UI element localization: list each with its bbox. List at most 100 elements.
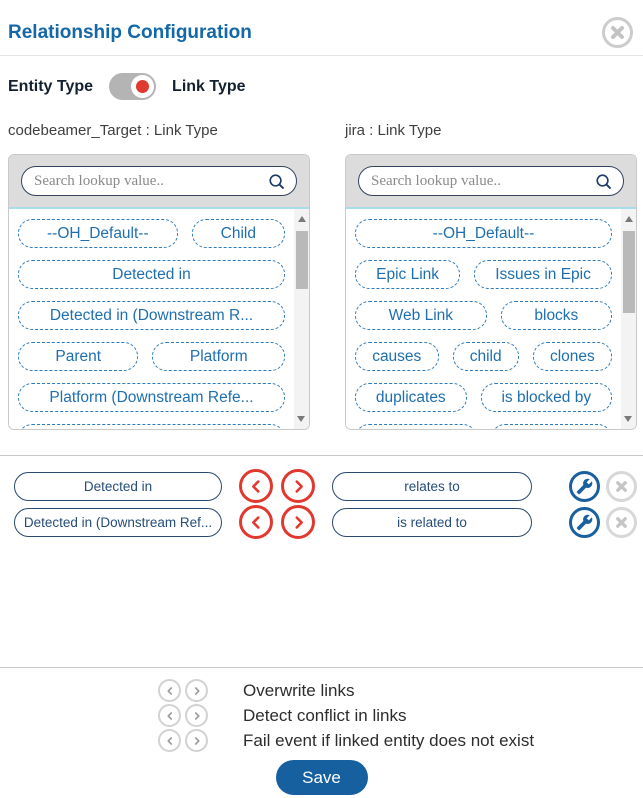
- lookup-pill[interactable]: Detected in (Downstream R...: [18, 301, 285, 330]
- option-right-button[interactable]: [185, 679, 208, 702]
- option-label: Overwrite links: [243, 681, 354, 701]
- target-panel-box: --OH_Default-- Epic Link Issues in Epic Web…: [345, 154, 637, 430]
- wrench-icon: [576, 514, 593, 531]
- chevron-right-icon: [191, 710, 203, 722]
- lookup-pill[interactable]: causes: [355, 342, 439, 371]
- lookup-pill[interactable]: clones: [533, 342, 612, 371]
- source-search-area: [9, 155, 309, 207]
- lookup-pill[interactable]: --OH_Default--: [355, 219, 612, 248]
- scroll-down-icon[interactable]: [297, 416, 305, 422]
- options-section: Overwrite links Detect conflict in links F…: [0, 679, 643, 754]
- close-button[interactable]: [602, 17, 633, 48]
- lookup-pill[interactable]: --OH_Default--: [18, 219, 178, 248]
- lookup-pill[interactable]: child: [453, 342, 519, 371]
- target-link-pill[interactable]: is related to: [332, 508, 532, 537]
- lookup-pill[interactable]: Platform: [152, 342, 285, 371]
- x-icon: [615, 516, 628, 529]
- mapping-row: Detected in (Downstream Ref... is related…: [0, 507, 643, 537]
- lookup-pill[interactable]: Platform (Downstream Refe...: [18, 383, 285, 412]
- remove-mapping-button[interactable]: [606, 471, 637, 502]
- magnifier-icon: [594, 172, 613, 191]
- mappings-section: Detected in relates to Detected in (Downst…: [0, 471, 643, 543]
- lookup-pill[interactable]: [18, 424, 285, 429]
- option-label: Fail event if linked entity does not exi…: [243, 731, 534, 751]
- source-panel-box: --OH_Default-- Child Detected in Detected i…: [8, 154, 310, 430]
- lookup-pill[interactable]: is blocked by: [481, 383, 612, 412]
- option-row: Fail event if linked entity does not exi…: [0, 729, 643, 752]
- move-left-button[interactable]: [239, 469, 273, 503]
- option-left-button[interactable]: [158, 729, 181, 752]
- source-linktype-panel: codebeamer_Target : Link Type --OH_Defau…: [8, 122, 310, 430]
- target-linktype-panel: jira : Link Type --OH_Default-- Epic Link…: [345, 122, 637, 430]
- close-icon: [610, 25, 625, 40]
- target-search-input[interactable]: [371, 173, 594, 190]
- source-link-pill[interactable]: Detected in: [14, 472, 222, 501]
- source-search-input[interactable]: [34, 173, 267, 190]
- chevron-left-icon: [164, 685, 176, 697]
- lookup-pill[interactable]: Issues in Epic: [474, 260, 612, 289]
- options-divider: [0, 667, 643, 668]
- target-link-pill[interactable]: relates to: [332, 472, 532, 501]
- remove-mapping-button[interactable]: [606, 507, 637, 538]
- target-search-pill: [358, 166, 624, 196]
- wrench-icon: [576, 478, 593, 495]
- move-right-button[interactable]: [281, 469, 315, 503]
- source-lookup-list: --OH_Default-- Child Detected in Detected i…: [9, 209, 294, 429]
- magnifier-icon: [267, 172, 286, 191]
- entity-type-label: Entity Type: [8, 78, 93, 96]
- scroll-up-icon[interactable]: [625, 216, 633, 222]
- target-panel-title: jira : Link Type: [345, 122, 637, 139]
- lookup-pill[interactable]: Detected in: [18, 260, 285, 289]
- move-left-button[interactable]: [239, 505, 273, 539]
- option-row: Overwrite links: [0, 679, 643, 702]
- scrollbar-thumb[interactable]: [296, 231, 308, 289]
- lookup-pill[interactable]: Parent: [18, 342, 138, 371]
- target-search-area: [346, 155, 636, 207]
- lookup-pill[interactable]: blocks: [501, 301, 612, 330]
- lookup-pill[interactable]: Epic Link: [355, 260, 460, 289]
- configure-mapping-button[interactable]: [569, 507, 600, 538]
- option-right-button[interactable]: [185, 704, 208, 727]
- chevron-left-icon: [248, 478, 265, 495]
- mapping-row: Detected in relates to: [0, 471, 643, 501]
- chevron-right-icon: [191, 685, 203, 697]
- toggle-knob: [131, 75, 154, 98]
- option-left-button[interactable]: [158, 704, 181, 727]
- entity-link-toggle[interactable]: [109, 73, 156, 100]
- chevron-left-icon: [164, 710, 176, 722]
- source-list-wrap: --OH_Default-- Child Detected in Detected i…: [9, 207, 309, 429]
- source-search-pill: [21, 166, 297, 196]
- lookup-pill[interactable]: [491, 424, 613, 429]
- option-label: Detect conflict in links: [243, 706, 406, 726]
- option-left-button[interactable]: [158, 679, 181, 702]
- target-list-wrap: --OH_Default-- Epic Link Issues in Epic Web…: [346, 207, 636, 429]
- option-right-button[interactable]: [185, 729, 208, 752]
- lookup-pill[interactable]: [355, 424, 477, 429]
- chevron-right-icon: [191, 735, 203, 747]
- lookup-pill[interactable]: Child: [192, 219, 285, 248]
- source-scrollbar[interactable]: [294, 209, 309, 429]
- option-row: Detect conflict in links: [0, 704, 643, 727]
- source-link-pill[interactable]: Detected in (Downstream Ref...: [14, 508, 222, 537]
- move-right-button[interactable]: [281, 505, 315, 539]
- scroll-up-icon[interactable]: [298, 216, 306, 222]
- target-lookup-list: --OH_Default-- Epic Link Issues in Epic Web…: [346, 209, 621, 429]
- type-toggle-row: Entity Type Link Type: [8, 73, 246, 100]
- chevron-left-icon: [248, 514, 265, 531]
- scroll-down-icon[interactable]: [624, 416, 632, 422]
- lookup-pill[interactable]: duplicates: [355, 383, 467, 412]
- configure-mapping-button[interactable]: [569, 471, 600, 502]
- save-button[interactable]: Save: [276, 760, 368, 795]
- relationship-configuration-dialog: Relationship Configuration Entity Type L…: [0, 0, 643, 798]
- scrollbar-thumb[interactable]: [623, 231, 635, 313]
- link-type-label: Link Type: [172, 78, 246, 96]
- mappings-divider: [0, 455, 643, 456]
- target-scrollbar[interactable]: [621, 209, 636, 429]
- page-title: Relationship Configuration: [8, 22, 252, 44]
- x-icon: [615, 480, 628, 493]
- header-divider: [0, 55, 643, 56]
- chevron-right-icon: [290, 478, 307, 495]
- source-panel-title: codebeamer_Target : Link Type: [8, 122, 310, 139]
- chevron-right-icon: [290, 514, 307, 531]
- lookup-pill[interactable]: Web Link: [355, 301, 487, 330]
